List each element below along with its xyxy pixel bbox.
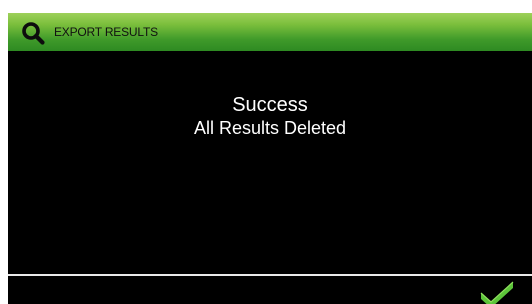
search-icon[interactable] bbox=[21, 21, 45, 45]
footer-divider bbox=[8, 274, 532, 276]
check-icon bbox=[480, 281, 514, 304]
confirm-check-button[interactable] bbox=[477, 280, 517, 304]
device-screen: EXPORT RESULTS Success All Results Delet… bbox=[8, 13, 532, 304]
page-title: EXPORT RESULTS bbox=[54, 25, 158, 39]
status-message: Success All Results Deleted bbox=[8, 93, 532, 139]
title-bar: EXPORT RESULTS bbox=[8, 13, 532, 51]
message-title: Success bbox=[232, 94, 308, 116]
message-body: All Results Deleted bbox=[193, 118, 347, 138]
